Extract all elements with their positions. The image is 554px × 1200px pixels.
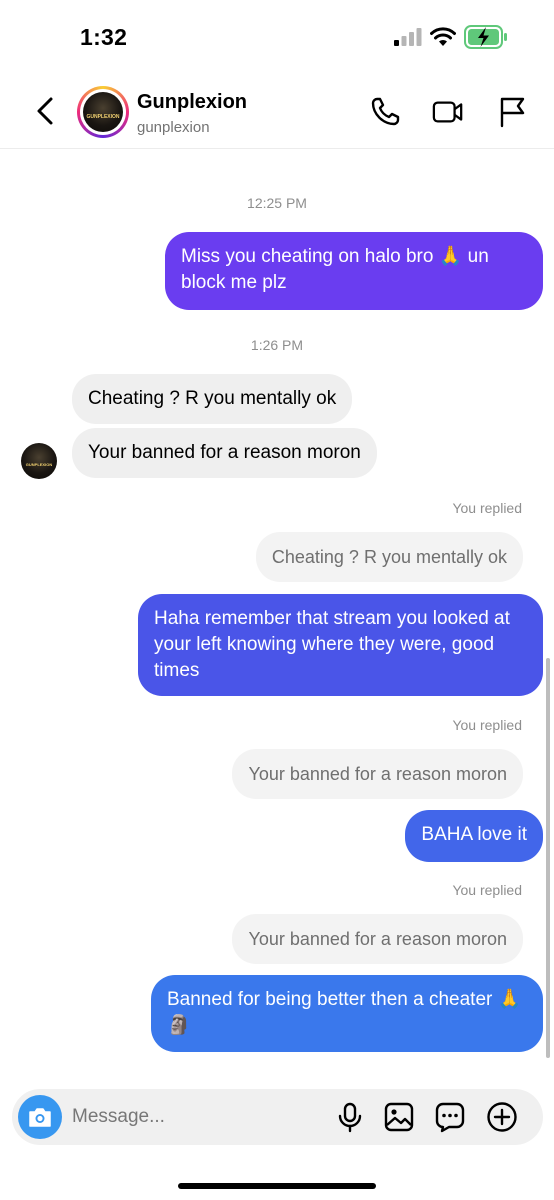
dm-screen: 1:32 GUNPLEXION Gunplexion gunplexion 12… bbox=[0, 0, 554, 1200]
avatar-logo-text: GUNPLEXION bbox=[86, 114, 120, 120]
cellular-signal-icon bbox=[394, 28, 422, 46]
message-input[interactable] bbox=[72, 1099, 322, 1135]
sent-message-bubble[interactable]: Banned for being better then a cheater 🙏… bbox=[151, 975, 543, 1052]
received-message-bubble[interactable]: Cheating ? R you mentally ok bbox=[72, 374, 353, 424]
plus-circle-icon[interactable] bbox=[486, 1101, 518, 1133]
status-time: 1:32 bbox=[80, 24, 128, 50]
reply-reference-bubble[interactable]: Cheating ? R you mentally ok bbox=[255, 532, 523, 582]
avatar-image: GUNPLEXION bbox=[83, 92, 123, 132]
status-bar: 1:32 bbox=[0, 0, 554, 72]
phone-icon[interactable] bbox=[369, 96, 401, 128]
reply-reference-bubble[interactable]: Your banned for a reason moron bbox=[232, 749, 523, 799]
wifi-icon bbox=[430, 27, 456, 46]
battery-charging-icon bbox=[464, 25, 507, 49]
scrollbar[interactable] bbox=[546, 658, 550, 1058]
video-camera-icon[interactable] bbox=[432, 96, 464, 128]
you-replied-label: You replied bbox=[452, 500, 522, 516]
sent-message-bubble[interactable]: BAHA love it bbox=[405, 810, 543, 862]
chat-header: GUNPLEXION Gunplexion gunplexion bbox=[0, 72, 554, 149]
home-indicator[interactable] bbox=[178, 1183, 376, 1189]
you-replied-label: You replied bbox=[452, 882, 522, 898]
image-icon[interactable] bbox=[383, 1101, 415, 1133]
you-replied-label: You replied bbox=[452, 717, 522, 733]
back-chevron-icon[interactable] bbox=[30, 94, 62, 128]
reply-reference-bubble[interactable]: Your banned for a reason moron bbox=[232, 914, 523, 964]
message-timestamp: 12:25 PM bbox=[247, 195, 307, 211]
sender-avatar[interactable]: GUNPLEXION bbox=[21, 443, 57, 479]
flag-icon[interactable] bbox=[497, 96, 529, 128]
camera-button[interactable] bbox=[18, 1095, 62, 1139]
message-timestamp: 1:26 PM bbox=[250, 337, 304, 353]
sent-message-bubble[interactable]: Haha remember that stream you looked at … bbox=[138, 594, 543, 696]
chat-bubble-icon[interactable] bbox=[434, 1101, 466, 1133]
sent-message-bubble[interactable]: Miss you cheating on halo bro 🙏 un block… bbox=[165, 232, 543, 310]
message-composer bbox=[12, 1089, 543, 1145]
contact-handle[interactable]: gunplexion bbox=[137, 119, 210, 136]
microphone-icon[interactable] bbox=[334, 1101, 366, 1133]
received-message-bubble[interactable]: Your banned for a reason moron bbox=[72, 428, 377, 478]
contact-name[interactable]: Gunplexion bbox=[137, 91, 247, 114]
sender-avatar-logo-text: GUNPLEXION bbox=[25, 462, 53, 467]
camera-icon bbox=[29, 1108, 51, 1127]
contact-avatar[interactable]: GUNPLEXION bbox=[77, 86, 129, 138]
